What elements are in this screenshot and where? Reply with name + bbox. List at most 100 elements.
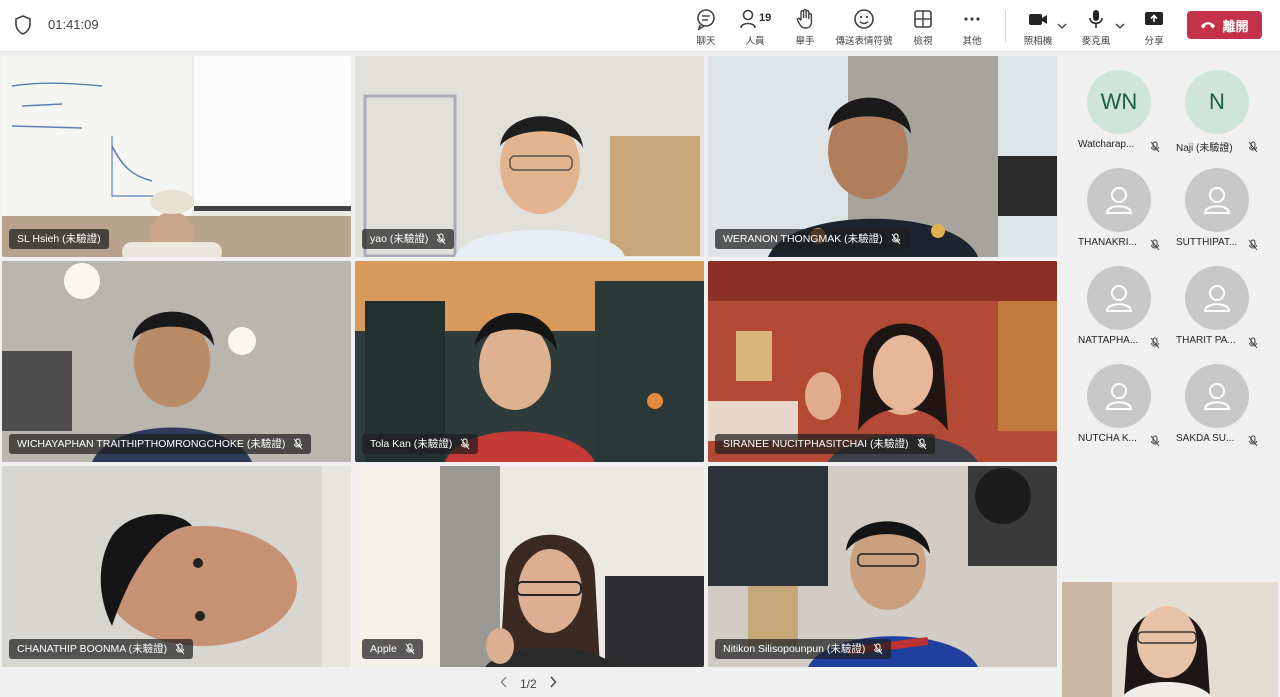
view-button[interactable]: 檢視 xyxy=(897,6,949,48)
participant-name-tag: WICHAYAPHAN TRAITHIPTHOMRONGCHOKE (未驗證) xyxy=(9,434,312,454)
avatar xyxy=(1087,364,1151,428)
chevron-down-icon[interactable] xyxy=(1115,21,1125,31)
share-screen-icon xyxy=(1145,12,1163,25)
toolbar-divider xyxy=(1005,10,1006,42)
avatar-initials: N xyxy=(1209,89,1225,114)
video-feed xyxy=(355,261,704,462)
raise-hand-label: 舉手 xyxy=(795,36,815,47)
reactions-button[interactable]: 傳送表情符號 xyxy=(830,6,898,48)
roster-participant[interactable]: NATTAPHA... xyxy=(1062,252,1160,349)
mic-muted-icon xyxy=(175,643,185,655)
video-feed xyxy=(2,466,351,667)
participant-name-tag: SL Hsieh (未驗證) xyxy=(9,229,109,249)
people-label: 人員 xyxy=(745,36,765,47)
person-placeholder-icon xyxy=(1105,383,1133,410)
raise-hand-button[interactable]: 舉手 xyxy=(779,6,831,48)
mic-muted-icon xyxy=(405,643,415,655)
video-tile[interactable]: SL Hsieh (未驗證) xyxy=(2,56,351,257)
participant-name-tag: CHANATHIP BOONMA (未驗證) xyxy=(9,639,194,659)
chevron-right-icon[interactable] xyxy=(549,676,557,691)
chevron-down-icon[interactable] xyxy=(1057,21,1067,31)
roster-participant[interactable]: N Naji (未驗證) xyxy=(1160,56,1258,154)
microphone-icon xyxy=(1089,10,1103,28)
video-tile[interactable]: yao (未驗證) xyxy=(355,56,704,257)
mic-muted-icon xyxy=(436,233,446,245)
participant-name-tag: Tola Kan (未驗證) xyxy=(362,434,479,454)
mic-muted-icon xyxy=(1248,434,1258,452)
people-button[interactable]: 19 人員 xyxy=(729,6,781,48)
video-feed xyxy=(355,466,704,667)
person-placeholder-icon xyxy=(1203,383,1231,410)
video-feed xyxy=(2,261,351,462)
roster-participant[interactable]: THARIT PA... xyxy=(1160,252,1258,349)
meeting-timer: 01:41:09 xyxy=(48,17,99,32)
avatar xyxy=(1185,168,1249,232)
video-tile[interactable]: Nitikon Silisopounpun (未驗證) xyxy=(708,466,1057,667)
participant-name-tag: SIRANEE NUCITPHASITCHAI (未驗證) xyxy=(715,434,935,454)
roster-participant[interactable]: SUTTHIPAT... xyxy=(1160,154,1258,251)
reactions-label: 傳送表情符號 xyxy=(835,36,893,47)
chat-icon xyxy=(697,9,715,30)
chevron-left-icon[interactable] xyxy=(500,676,508,691)
view-label: 檢視 xyxy=(913,36,933,47)
person-placeholder-icon xyxy=(1105,285,1133,312)
roster-participant[interactable]: NUTCHA K... xyxy=(1062,350,1160,447)
grid-view-icon xyxy=(914,10,932,28)
avatar: N xyxy=(1185,70,1249,134)
leave-button[interactable]: 離開 xyxy=(1187,11,1262,39)
video-feed xyxy=(1062,582,1278,697)
video-feed xyxy=(708,261,1057,462)
self-view-video[interactable] xyxy=(1062,582,1278,697)
share-label: 分享 xyxy=(1144,36,1164,47)
camera-icon xyxy=(1029,14,1047,25)
mic-muted-icon xyxy=(891,233,901,245)
person-placeholder-icon xyxy=(1203,187,1231,214)
mic-label: 麥克風 xyxy=(1081,36,1111,47)
video-tile[interactable]: SIRANEE NUCITPHASITCHAI (未驗證) xyxy=(708,261,1057,462)
person-placeholder-icon xyxy=(1105,187,1133,214)
mic-muted-icon xyxy=(1150,434,1160,452)
more-button[interactable]: 其他 xyxy=(946,6,998,48)
leave-label: 離開 xyxy=(1222,18,1249,34)
grid-pager: 1/2 xyxy=(500,676,557,691)
roster-participant[interactable]: THANAKRI... xyxy=(1062,154,1160,251)
avatar xyxy=(1087,266,1151,330)
more-icon xyxy=(964,17,980,21)
mic-muted-icon xyxy=(460,438,470,450)
chat-label: 聊天 xyxy=(696,36,716,47)
participant-roster: WN Watcharap... N Naji (未驗證) THANAKRI... SUTT… xyxy=(1062,56,1280,576)
mic-muted-icon xyxy=(874,643,883,655)
mic-muted-icon xyxy=(293,438,303,450)
video-tile[interactable]: Apple xyxy=(355,466,704,667)
participant-name-tag: Nitikon Silisopounpun (未驗證) xyxy=(715,639,892,659)
video-feed xyxy=(2,56,351,257)
person-placeholder-icon xyxy=(1203,285,1231,312)
page-indicator: 1/2 xyxy=(520,676,537,691)
meeting-toolbar: 01:41:09 聊天 19 人員 舉手 傳送表情符號 檢視 其他 照相機 麥克… xyxy=(0,0,1280,52)
avatar xyxy=(1087,168,1151,232)
video-feed xyxy=(355,56,704,257)
video-tile[interactable]: CHANATHIP BOONMA (未驗證) xyxy=(2,466,351,667)
more-label: 其他 xyxy=(962,36,982,47)
avatar: WN xyxy=(1087,70,1151,134)
roster-participant[interactable]: SAKDA SU... xyxy=(1160,350,1258,447)
shield-icon xyxy=(15,15,31,35)
video-tile[interactable]: WERANON THONGMAK (未驗證) xyxy=(708,56,1057,257)
participant-name-tag: WERANON THONGMAK (未驗證) xyxy=(715,229,909,249)
avatar xyxy=(1185,364,1249,428)
video-tile[interactable]: Tola Kan (未驗證) xyxy=(355,261,704,462)
roster-participant[interactable]: WN Watcharap... xyxy=(1062,56,1160,153)
video-feed xyxy=(708,466,1057,667)
chat-button[interactable]: 聊天 xyxy=(680,6,732,48)
video-feed xyxy=(708,56,1057,257)
avatar-initials: WN xyxy=(1100,89,1138,114)
share-button[interactable]: 分享 xyxy=(1128,6,1180,48)
hand-icon xyxy=(796,9,813,29)
mic-muted-icon xyxy=(917,438,926,450)
people-count: 19 xyxy=(759,12,772,24)
hang-up-icon xyxy=(1201,22,1216,29)
people-icon xyxy=(740,9,756,29)
video-tile[interactable]: WICHAYAPHAN TRAITHIPTHOMRONGCHOKE (未驗證) xyxy=(2,261,351,462)
smiley-icon xyxy=(854,9,874,29)
participant-name-tag: Apple xyxy=(362,639,423,659)
